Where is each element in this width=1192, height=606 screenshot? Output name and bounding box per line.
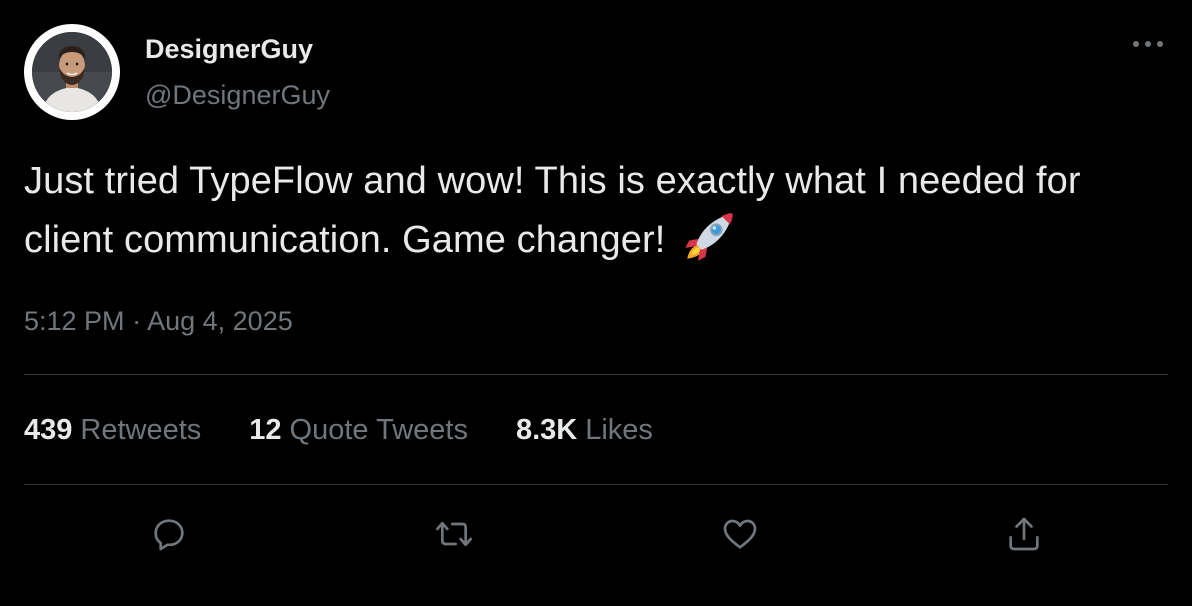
heart-icon — [723, 519, 757, 549]
user-handle[interactable]: @DesignerGuy — [145, 80, 330, 111]
retweets-label: Retweets — [80, 414, 202, 446]
reply-icon — [154, 519, 184, 551]
like-button[interactable] — [716, 510, 764, 558]
more-options-icon — [1133, 41, 1163, 47]
avatar[interactable] — [32, 32, 112, 112]
more-options-button[interactable] — [1128, 30, 1168, 60]
tweet-body: Just tried TypeFlow and wow! This is exa… — [24, 160, 1081, 261]
tweet-timestamp[interactable]: 5:12 PM · Aug 4, 2025 — [24, 306, 293, 337]
avatar-ring[interactable] — [24, 24, 120, 120]
retweets-stat[interactable]: 439 Retweets — [24, 414, 201, 447]
tweet-date[interactable]: Aug 4, 2025 — [147, 306, 293, 336]
rocket-emoji-icon — [680, 208, 738, 266]
share-icon — [1009, 517, 1039, 551]
retweets-count: 439 — [24, 414, 73, 446]
retweet-icon — [436, 521, 472, 547]
tweet-time[interactable]: 5:12 PM — [24, 306, 125, 336]
display-name[interactable]: DesignerGuy — [145, 34, 313, 65]
quote-tweets-count: 12 — [249, 414, 282, 446]
reply-button[interactable] — [145, 510, 193, 558]
timestamp-separator: · — [132, 306, 142, 336]
tweet-card: DesignerGuy @DesignerGuy Just tried Type… — [0, 0, 1192, 606]
likes-count: 8.3K — [515, 414, 578, 446]
tweet-text: Just tried TypeFlow and wow! This is exa… — [24, 155, 1144, 267]
person-avatar-icon — [32, 32, 112, 112]
quote-tweets-label: Quote Tweets — [289, 414, 468, 446]
engagement-stats: 439 Retweets 12 Quote Tweets 8.3K Likes — [24, 414, 701, 447]
divider-bottom — [24, 484, 1168, 485]
retweet-button[interactable] — [430, 510, 478, 558]
quote-tweets-stat[interactable]: 12 Quote Tweets — [249, 414, 468, 447]
likes-stat[interactable]: 8.3K Likes — [516, 414, 653, 447]
share-button[interactable] — [1000, 510, 1048, 558]
likes-label: Likes — [585, 414, 653, 446]
divider-top — [24, 374, 1168, 375]
